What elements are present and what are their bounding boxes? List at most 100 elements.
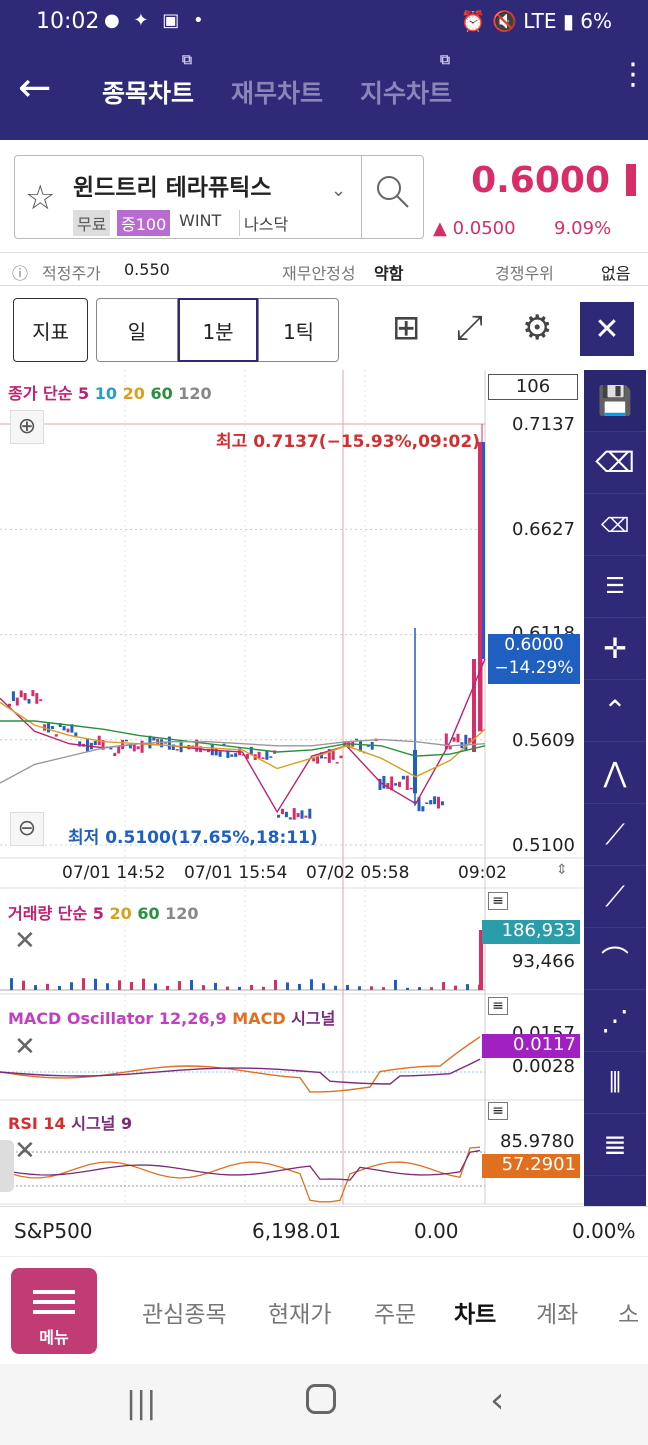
zoom-out-icon[interactable]: ⊖ <box>10 812 44 846</box>
candle <box>440 801 444 806</box>
back-icon[interactable]: ‹ <box>490 1380 504 1421</box>
candle <box>281 808 284 815</box>
tab-chart[interactable]: 차트 <box>454 1295 496 1329</box>
hcl-lines-icon[interactable]: ☰ <box>584 556 646 618</box>
period-minute-button[interactable]: 1분 <box>178 298 258 362</box>
period-tick-button[interactable]: 1틱 <box>258 298 339 362</box>
crosshair-icon[interactable]: ✛ <box>584 618 646 680</box>
ma-line-2 <box>0 701 486 778</box>
volume-bar <box>382 987 385 990</box>
eraser-icon[interactable]: ⌫ <box>584 432 646 494</box>
tab-account[interactable]: 계좌 <box>536 1295 578 1329</box>
current-price: 0.6000 <box>471 160 610 201</box>
fibonacci-icon[interactable]: ≣ <box>584 1114 646 1176</box>
tag-free: 무료 <box>73 210 111 236</box>
tab-watchlist[interactable]: 관심종목 <box>142 1295 227 1329</box>
panel-menu-icon[interactable]: ≡ <box>488 1102 508 1120</box>
volume-bar <box>454 985 457 990</box>
indicator-button[interactable]: 지표 <box>13 298 88 362</box>
more-vertical-icon[interactable]: ⋮ <box>618 60 648 90</box>
candle <box>409 787 413 790</box>
horizontal-line-icon[interactable]: ⌃ <box>584 680 646 742</box>
tab-finance-chart[interactable]: 재무차트 <box>231 74 323 110</box>
candle <box>23 692 27 701</box>
price-change-value: 0.0500 <box>452 218 516 239</box>
candle <box>15 697 19 706</box>
macd-line <box>0 1036 481 1093</box>
save-icon[interactable]: 💾 <box>584 370 646 432</box>
tag-margin: 증100 <box>117 210 171 236</box>
ma-line-4 <box>0 738 486 784</box>
panel-menu-icon[interactable]: ≡ <box>488 997 508 1015</box>
volume-bar <box>322 983 325 990</box>
settings-gear-icon[interactable]: ⚙ <box>522 308 552 348</box>
tab-order[interactable]: 주문 <box>374 1295 416 1329</box>
candle <box>401 775 405 780</box>
star-icon[interactable]: ☆ <box>25 178 55 218</box>
candle <box>117 746 121 754</box>
candle <box>31 690 35 697</box>
cycle-lines-icon[interactable]: ⦀ <box>584 1052 646 1114</box>
volume-bar <box>190 980 193 990</box>
high-label: 최고 0.7137(−15.93%,09:02) <box>216 432 480 452</box>
ticker: WINT <box>179 211 222 230</box>
tools-icon[interactable]: ✕ <box>580 302 634 356</box>
search-icon[interactable] <box>373 172 413 220</box>
volume-legend-prefix: 거래량 단순 <box>8 904 88 923</box>
candle <box>296 813 300 818</box>
trend-line-icon[interactable]: ⟋ <box>584 804 646 866</box>
help-icon[interactable]: ⓘ <box>12 260 28 284</box>
candle <box>93 741 97 746</box>
drawer-handle[interactable] <box>0 1140 14 1192</box>
tab-stock-chart[interactable]: ⧉ 종목차트 <box>102 52 194 110</box>
candle <box>54 734 58 737</box>
volume-bar <box>34 985 37 990</box>
candle <box>482 441 485 659</box>
tab-more[interactable]: 소 <box>618 1295 639 1329</box>
index-row[interactable]: S&P500 6,198.01 0.00 0.00% <box>0 1206 648 1256</box>
chart-area[interactable] <box>0 370 648 1206</box>
hamburger-icon <box>33 1300 75 1304</box>
volume-ma-5: 5 <box>92 904 104 923</box>
network-label: LTE <box>523 9 557 33</box>
stability-value: 약함 <box>374 264 404 283</box>
panel-menu-icon[interactable]: ≡ <box>488 892 508 910</box>
macd-legend-osc: MACD Oscillator 12,26,9 <box>8 1009 227 1028</box>
divider <box>361 156 362 238</box>
stock-selector[interactable]: ☆ 윈드트리 테라퓨틱스 ⌄ 무료 증100 WINT 나스닥 <box>14 155 424 239</box>
candle <box>437 796 440 809</box>
menu-button[interactable]: 메뉴 <box>11 1268 97 1354</box>
zoom-in-icon[interactable]: ⊕ <box>10 410 44 444</box>
candle <box>405 775 409 790</box>
volume-bar <box>178 981 181 990</box>
candle-count-box[interactable]: 106 <box>488 374 578 400</box>
legend-ma-20: 20 <box>122 384 145 403</box>
close-icon[interactable]: ✕ <box>14 1136 36 1166</box>
candle <box>478 441 482 732</box>
chevron-down-icon[interactable]: ⌄ <box>331 180 346 201</box>
close-icon[interactable]: ✕ <box>14 926 36 956</box>
tab-index-chart[interactable]: ⧉ 지수차트 <box>360 52 452 110</box>
eraser-all-icon[interactable]: ⌫ <box>584 494 646 556</box>
arc-icon[interactable]: ⌒ <box>584 928 646 990</box>
candle <box>265 750 269 760</box>
back-arrow-icon[interactable]: ← <box>18 68 52 108</box>
vertical-line-icon[interactable]: ⋀ <box>584 742 646 804</box>
fullscreen-icon[interactable]: ⤢ <box>456 308 483 348</box>
home-icon[interactable] <box>306 1384 336 1414</box>
volume-bar <box>214 982 217 990</box>
x-tick-1: 07/01 15:54 <box>184 863 288 883</box>
recent-apps-icon[interactable]: ||| <box>126 1386 156 1421</box>
layout-grid-icon[interactable]: ⊞ <box>392 308 421 348</box>
hamburger-icon <box>33 1310 75 1314</box>
period-day-button[interactable]: 일 <box>96 298 178 362</box>
candle <box>292 808 296 820</box>
auto-trend-icon[interactable]: ⟋ <box>584 866 646 928</box>
close-icon[interactable]: ✕ <box>14 1032 36 1062</box>
x-scroll-icon[interactable]: ⇕ <box>556 862 568 878</box>
index-value: 6,198.01 <box>252 1219 342 1243</box>
volume-bar <box>466 984 469 990</box>
fan-icon[interactable]: ⋰ <box>584 990 646 1052</box>
exchange: 나스닥 <box>239 210 292 236</box>
tab-current-price[interactable]: 현재가 <box>268 1295 331 1329</box>
